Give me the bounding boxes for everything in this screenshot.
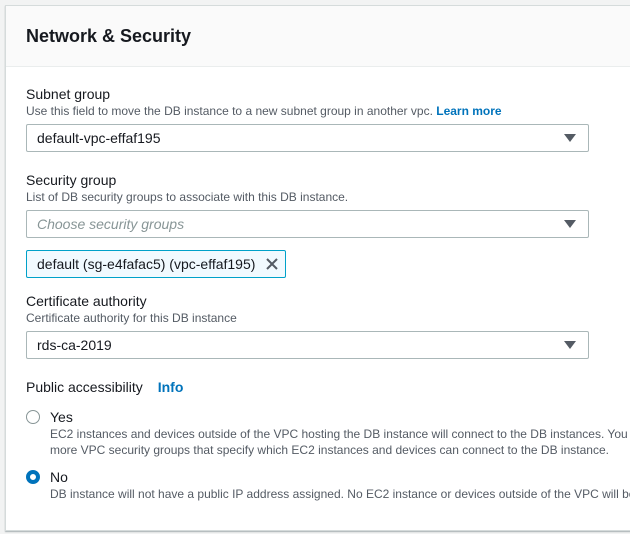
section-title: Network & Security [26,25,192,46]
radio-no-label: No [50,469,68,485]
security-group-select[interactable]: Choose security groups [26,210,589,238]
public-accessibility-field: Public accessibility Info Yes EC2 instan… [26,378,630,502]
radio-option-yes[interactable]: Yes EC2 instances and devices outside of… [26,408,630,458]
subnet-group-description: Use this field to move the DB instance t… [26,103,630,119]
caret-down-icon [564,341,576,349]
public-accessibility-header: Public accessibility Info [26,378,630,396]
panel-body: Subnet group Use this field to move the … [6,67,630,502]
security-group-token: default (sg-e4fafac5) (vpc-effaf195) [26,250,287,278]
security-group-description: List of DB security groups to associate … [26,190,349,204]
radio-yes[interactable] [26,410,40,424]
subnet-group-value: default-vpc-effaf195 [37,130,161,146]
security-group-field: Security group List of DB security group… [26,171,630,278]
token-label: default (sg-e4fafac5) (vpc-effaf195) [37,256,256,272]
radio-option-no[interactable]: No DB instance will not have a public IP… [26,468,630,502]
certificate-authority-description: Certificate authority for this DB instan… [26,311,237,325]
close-icon[interactable] [265,257,279,271]
radio-no-description-line1: DB instance will not have a public IP ad… [50,487,630,501]
caret-down-icon [564,134,576,142]
radio-yes-description-line2: more VPC security groups that specify wh… [50,443,609,457]
info-link[interactable]: Info [158,379,184,395]
certificate-authority-field: Certificate authority Certificate author… [26,292,630,359]
subnet-group-field: Subnet group Use this field to move the … [26,85,630,152]
security-group-label: Security group [26,172,117,188]
radio-no-text: No DB instance will not have a public IP… [50,468,630,502]
panel-header: Network & Security [6,6,630,67]
learn-more-link[interactable]: Learn more [436,104,501,118]
subnet-group-description-text: Use this field to move the DB instance t… [26,104,433,118]
network-security-panel: Network & Security Subnet group Use this… [5,5,630,531]
radio-yes-description-line1: EC2 instances and devices outside of the… [50,427,628,441]
subnet-group-select[interactable]: default-vpc-effaf195 [26,124,589,152]
certificate-authority-value: rds-ca-2019 [37,337,112,353]
subnet-group-label: Subnet group [26,86,111,102]
security-group-placeholder: Choose security groups [37,216,185,232]
certificate-authority-label: Certificate authority [26,293,147,309]
radio-no[interactable] [26,470,40,484]
public-accessibility-label: Public accessibility [26,379,143,395]
radio-yes-label: Yes [50,409,73,425]
caret-down-icon [564,220,576,228]
radio-yes-text: Yes EC2 instances and devices outside of… [50,408,628,458]
certificate-authority-select[interactable]: rds-ca-2019 [26,331,589,359]
